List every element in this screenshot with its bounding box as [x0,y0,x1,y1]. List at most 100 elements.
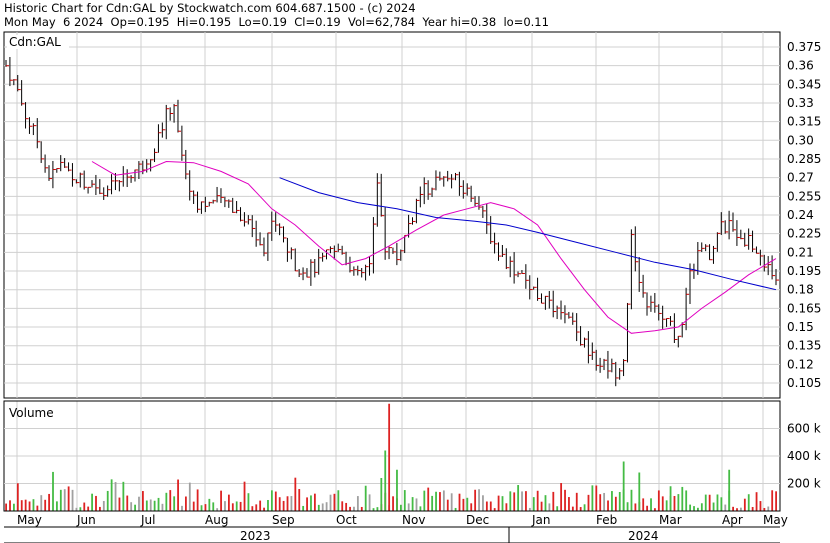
volume-bar [771,490,774,511]
price-bar [533,286,537,290]
volume-bar [446,499,449,511]
volume-bar [341,501,344,511]
price-bar [193,190,197,204]
volume-bar [740,507,742,511]
volume-bar [618,492,621,511]
volume-bar [71,489,74,511]
price-bar [216,186,221,203]
volume-bar [642,498,645,511]
volume-bar [482,495,484,511]
price-bar [130,175,135,183]
volume-bar [118,497,121,511]
volume-bar [122,481,125,511]
volume-bar [474,489,477,511]
price-tick-label: 0.24 [787,208,814,222]
price-tick-label: 0.225 [787,227,821,241]
price-bar [157,124,162,153]
volume-bar [552,491,555,511]
volume-bar [470,503,473,511]
volume-bar [356,496,359,511]
volume-panel: 600 k 400 k 200 k Volume [3,400,821,512]
price-bar [197,191,201,213]
volume-bar [532,497,535,511]
price-tick-label: 0.30 [787,133,814,147]
volume-bar [501,496,504,511]
volume-bar [99,506,101,511]
price-tick-label: 0.105 [787,376,821,390]
volume-bar [732,506,735,511]
volume-bar [462,498,465,511]
volume-bar [677,494,680,511]
price-bar [494,232,498,254]
volume-bar [278,497,281,511]
volume-bar [505,503,508,511]
price-bar [513,252,518,284]
month-label: Dec [466,513,489,527]
volume-bar [399,504,402,511]
price-bar [56,168,60,173]
price-bar [490,216,494,244]
price-bar [71,163,76,187]
price-tick-label: 0.255 [787,189,821,203]
volume-bar [513,492,516,511]
month-label: Jan [531,513,551,527]
volume-bar [208,498,211,511]
volume-bar [544,495,547,511]
price-bar [630,229,635,310]
volume-bar [435,491,437,511]
price-tick-label: 0.375 [787,40,821,54]
volume-bar [231,503,234,511]
volume-bar [251,506,254,511]
month-label: Apr [722,513,743,527]
price-bar [517,271,522,278]
volume-bar [353,506,355,511]
volume-bar [59,489,62,511]
volume-bar [673,495,676,511]
price-bar [40,141,45,163]
volume-bar [564,489,566,511]
volume-bar [44,499,47,511]
volume-bar [290,496,293,511]
price-bar [369,256,373,276]
price-bar [654,293,658,313]
price-bar [580,326,584,346]
volume-bar [204,504,207,511]
price-tick-label: 0.18 [787,283,814,297]
price-bar [474,196,479,207]
price-bar [224,196,228,208]
volume-bar [458,493,461,511]
volume-bar [212,502,215,511]
price-bar [619,368,623,380]
price-bar [669,316,674,326]
year-label: 2023 [240,529,271,543]
volume-bar [427,487,430,511]
price-bar [185,149,189,180]
volume-bar [196,489,199,511]
volume-bar [568,497,570,511]
volume-bar [665,500,668,511]
volume-bar [478,489,480,511]
price-bar [263,237,267,257]
volume-bar [28,501,31,511]
volume-bar [767,506,770,511]
volume-bar [16,483,19,511]
volume-bar [419,506,422,511]
price-bar [451,174,455,189]
volume-bar [603,492,606,511]
volume-bar [329,494,332,511]
price-bar [478,196,482,210]
volume-bar [747,494,750,511]
price-bar [290,247,295,260]
price-bar [314,258,318,278]
volume-bar [720,497,723,511]
price-bar [431,187,436,198]
price-bar [150,159,154,172]
price-bar [294,248,299,272]
price-bar [286,237,291,262]
year-label: 2024 [628,529,659,543]
price-bar [243,212,248,227]
price-bar [349,256,353,273]
price-bar [720,212,725,235]
volume-tick-label: 200 k [787,477,821,491]
volume-bar [24,499,27,511]
